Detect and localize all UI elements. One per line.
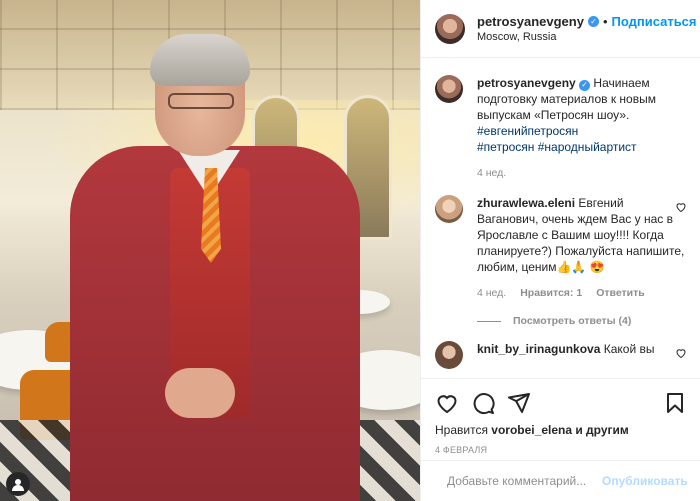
liked-by-prefix: Нравится — [435, 423, 488, 437]
comments-section[interactable]: petrosyanevgeny ✓ Начинаем подготовку ма… — [421, 59, 700, 377]
author-username[interactable]: petrosyanevgeny — [477, 14, 584, 29]
header-top-row: petrosyanevgeny ✓ • Подписаться — [477, 14, 697, 29]
verified-badge-icon: ✓ — [587, 16, 599, 27]
verified-badge-icon: ✓ — [579, 79, 591, 91]
comment-likes[interactable]: Нравится: 1 — [520, 285, 582, 301]
glasses — [168, 93, 234, 109]
caption: petrosyanevgeny ✓ Начинаем подготовку ма… — [435, 75, 687, 181]
comment-username[interactable]: zhurawlewa.eleni — [477, 196, 575, 210]
comment-meta: 4 нед. Нравится: 1 Ответить — [477, 285, 687, 301]
avatar[interactable] — [435, 341, 463, 369]
comment-input[interactable] — [447, 474, 602, 488]
hair — [150, 34, 250, 86]
view-replies-button[interactable]: Посмотреть ответы (4) — [477, 315, 687, 327]
heart-icon[interactable] — [675, 201, 687, 213]
comment-username[interactable]: knit_by_irinagunkova — [477, 342, 600, 356]
avatar[interactable] — [435, 195, 463, 223]
hashtag-link[interactable]: #евгенийпетросян — [477, 123, 687, 139]
caption-time[interactable]: 4 нед. — [477, 165, 506, 181]
avatar[interactable] — [435, 13, 465, 44]
man-in-red-jacket — [70, 34, 360, 501]
post-photo[interactable] — [0, 0, 420, 501]
publish-button[interactable]: Опубликовать — [602, 474, 688, 488]
caption-meta: 4 нед. — [477, 165, 687, 181]
comment: zhurawlewa.eleni Евгений Ваганович, очен… — [435, 195, 687, 301]
avatar[interactable] — [435, 75, 463, 103]
caption-body: petrosyanevgeny ✓ Начинаем подготовку ма… — [477, 75, 687, 181]
header-text: petrosyanevgeny ✓ • Подписаться Moscow, … — [477, 14, 697, 43]
separator: • — [602, 14, 608, 29]
caption-username[interactable]: petrosyanevgeny — [477, 76, 576, 90]
post-header: petrosyanevgeny ✓ • Подписаться Moscow, … — [421, 0, 700, 58]
post-panel: petrosyanevgeny ✓ • Подписаться Moscow, … — [420, 0, 700, 501]
comment-body: knit_by_irinagunkova Какой вы — [477, 341, 687, 369]
follow-button[interactable]: Подписаться — [612, 14, 697, 29]
add-comment-bar: Опубликовать — [421, 460, 700, 501]
replies-line — [477, 320, 501, 322]
view-replies-label: Посмотреть ответы (4) — [513, 315, 632, 327]
location-link[interactable]: Moscow, Russia — [477, 31, 697, 43]
comment-time[interactable]: 4 нед. — [477, 285, 506, 301]
liked-by-user[interactable]: vorobei_elena — [491, 423, 572, 437]
comment: knit_by_irinagunkova Какой вы — [435, 341, 687, 369]
comment-body: zhurawlewa.eleni Евгений Ваганович, очен… — [477, 195, 687, 301]
heart-icon[interactable] — [675, 347, 687, 359]
bookmark-icon[interactable] — [663, 391, 687, 415]
comment-icon[interactable] — [471, 391, 495, 415]
action-icons — [435, 387, 687, 419]
user-tag-icon[interactable] — [6, 472, 30, 496]
hashtag-link[interactable]: #петросян #народныйартист — [477, 139, 687, 155]
paper-plane-icon[interactable] — [507, 391, 531, 415]
post-actions: Нравится vorobei_elena и другим 4 ФЕВРАЛ… — [421, 378, 700, 455]
post-date[interactable]: 4 ФЕВРАЛЯ — [435, 445, 687, 455]
liked-by: Нравится vorobei_elena и другим — [435, 423, 687, 437]
comment-text: Какой вы — [603, 342, 655, 356]
reply-button[interactable]: Ответить — [596, 285, 645, 301]
hand — [165, 368, 235, 418]
heart-icon[interactable] — [435, 391, 459, 415]
liked-by-others[interactable]: и другим — [575, 423, 628, 437]
